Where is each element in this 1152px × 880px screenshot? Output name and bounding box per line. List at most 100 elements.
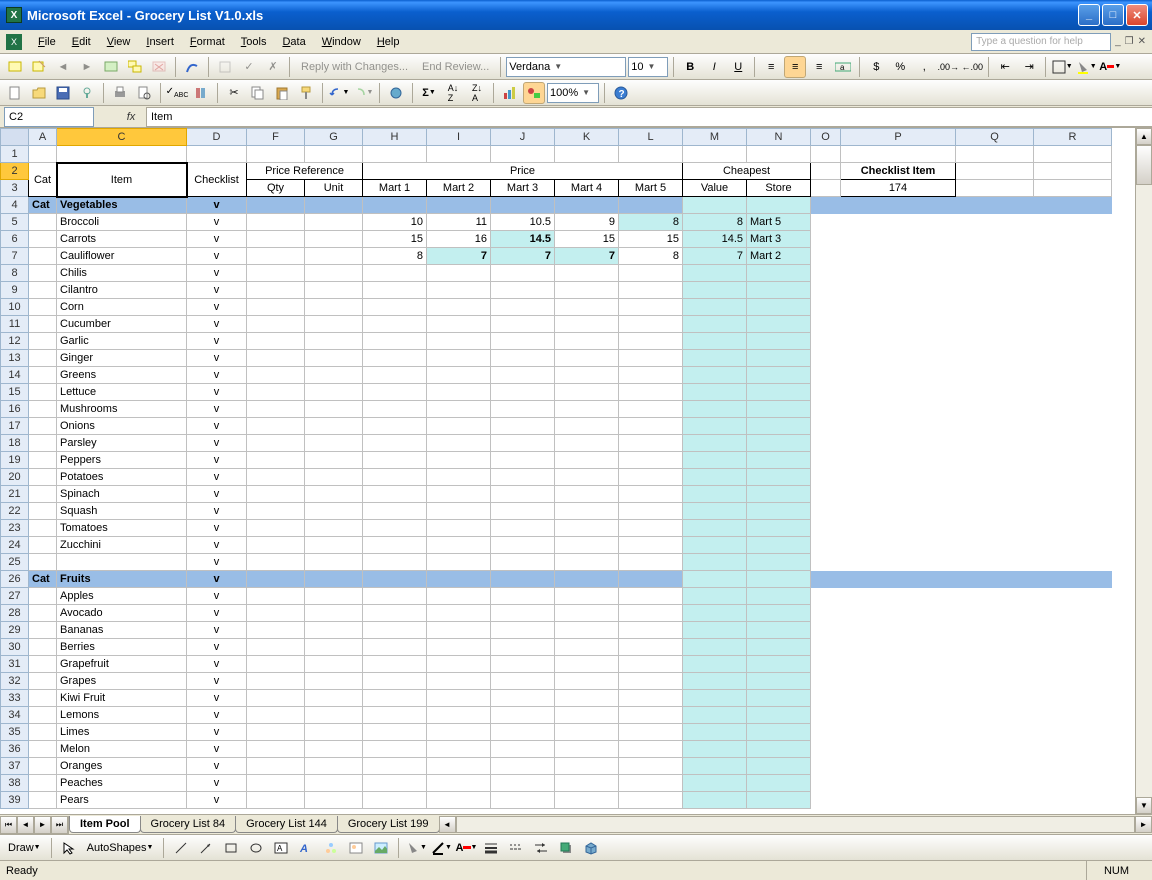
header-mart1[interactable]: Mart 1 <box>363 180 427 197</box>
line-style-button[interactable] <box>480 837 502 859</box>
cell-cv-15[interactable] <box>683 384 747 401</box>
cell-m5-12[interactable] <box>619 333 683 350</box>
cell-m4-13[interactable] <box>555 350 619 367</box>
cell-O-32[interactable] <box>811 673 841 690</box>
research-button[interactable] <box>190 82 212 104</box>
cell-Q2[interactable] <box>956 163 1034 180</box>
font-combo[interactable]: Verdana▼ <box>506 57 626 77</box>
cell-chk-13[interactable]: v <box>187 350 247 367</box>
cell-P-17[interactable] <box>841 418 956 435</box>
hscroll-track[interactable] <box>456 816 1135 833</box>
cell-cv-37[interactable] <box>683 758 747 775</box>
cell-unit-35[interactable] <box>305 724 363 741</box>
cell-qty-6[interactable] <box>247 231 305 248</box>
formula-input[interactable]: Item <box>146 107 1152 127</box>
cell-chk-21[interactable]: v <box>187 486 247 503</box>
sheet-tab-0[interactable]: Item Pool <box>69 816 141 833</box>
arrow-style-button[interactable] <box>530 837 552 859</box>
row-header-27[interactable]: 27 <box>1 588 29 605</box>
row-header-34[interactable]: 34 <box>1 707 29 724</box>
cell-qty-24[interactable] <box>247 537 305 554</box>
scroll-thumb[interactable] <box>1136 145 1152 185</box>
row-header-5[interactable]: 5 <box>1 214 29 231</box>
cell-m5-4[interactable] <box>619 197 683 214</box>
cell-O-35[interactable] <box>811 724 841 741</box>
track-changes-icon[interactable] <box>214 56 236 78</box>
align-left-button[interactable]: ≡ <box>760 56 782 78</box>
cell-m2-38[interactable] <box>427 775 491 792</box>
cell-O-25[interactable] <box>811 554 841 571</box>
cell-R-13[interactable] <box>1034 350 1112 367</box>
cell-m1-16[interactable] <box>363 401 427 418</box>
cell-m5-25[interactable] <box>619 554 683 571</box>
cell-qty-34[interactable] <box>247 707 305 724</box>
cell-m3-15[interactable] <box>491 384 555 401</box>
cell-item-26[interactable]: Fruits <box>57 571 187 588</box>
cell-Q-14[interactable] <box>956 367 1034 384</box>
cell-cv-23[interactable] <box>683 520 747 537</box>
cell-P-31[interactable] <box>841 656 956 673</box>
cell-Q-19[interactable] <box>956 452 1034 469</box>
arrow-button[interactable] <box>195 837 217 859</box>
cell-unit-7[interactable] <box>305 248 363 265</box>
cell-cv-12[interactable] <box>683 333 747 350</box>
cell-cat-15[interactable] <box>29 384 57 401</box>
delete-comment-icon[interactable] <box>148 56 170 78</box>
sheet-tab-2[interactable]: Grocery List 144 <box>235 816 338 833</box>
cell-O-30[interactable] <box>811 639 841 656</box>
cell-O-10[interactable] <box>811 299 841 316</box>
drawing-button[interactable] <box>523 82 545 104</box>
cell-qty-22[interactable] <box>247 503 305 520</box>
cell-O-24[interactable] <box>811 537 841 554</box>
cell-Q-25[interactable] <box>956 554 1034 571</box>
rectangle-button[interactable] <box>220 837 242 859</box>
cell-m1-37[interactable] <box>363 758 427 775</box>
cell-cat-31[interactable] <box>29 656 57 673</box>
bold-button[interactable]: B <box>679 56 701 78</box>
cell-P-11[interactable] <box>841 316 956 333</box>
cell-P-34[interactable] <box>841 707 956 724</box>
cell-chk-15[interactable]: v <box>187 384 247 401</box>
cell-qty-4[interactable] <box>247 197 305 214</box>
close-button[interactable]: ✕ <box>1126 4 1148 26</box>
cell-O-15[interactable] <box>811 384 841 401</box>
cell-m2-23[interactable] <box>427 520 491 537</box>
cell-m1-13[interactable] <box>363 350 427 367</box>
cell-cat-11[interactable] <box>29 316 57 333</box>
cell-R-37[interactable] <box>1034 758 1112 775</box>
select-all-corner[interactable] <box>1 129 29 146</box>
row-header-3[interactable]: 3 <box>1 180 29 197</box>
row-header-28[interactable]: 28 <box>1 605 29 622</box>
cell-cat-22[interactable] <box>29 503 57 520</box>
cell-item-20[interactable]: Potatoes <box>57 469 187 486</box>
cell-qty-7[interactable] <box>247 248 305 265</box>
cell-m1-30[interactable] <box>363 639 427 656</box>
cell-O-39[interactable] <box>811 792 841 809</box>
cell-R-31[interactable] <box>1034 656 1112 673</box>
cell-m5-27[interactable] <box>619 588 683 605</box>
cell-chk-23[interactable]: v <box>187 520 247 537</box>
cell-m1-15[interactable] <box>363 384 427 401</box>
cell-item-30[interactable]: Berries <box>57 639 187 656</box>
row-header-32[interactable]: 32 <box>1 673 29 690</box>
cell-m5-7[interactable]: 8 <box>619 248 683 265</box>
borders-button[interactable]: ▼ <box>1051 56 1073 78</box>
cell-item-28[interactable]: Avocado <box>57 605 187 622</box>
cell-m4-9[interactable] <box>555 282 619 299</box>
cell-R-21[interactable] <box>1034 486 1112 503</box>
row-header-29[interactable]: 29 <box>1 622 29 639</box>
name-box[interactable]: C2 <box>4 107 94 127</box>
cell-item-4[interactable]: Vegetables <box>57 197 187 214</box>
cell-m4-31[interactable] <box>555 656 619 673</box>
cell-cs-29[interactable] <box>747 622 811 639</box>
accept-icon[interactable]: ✓ <box>238 56 260 78</box>
cell-Q-29[interactable] <box>956 622 1034 639</box>
cell-cat-32[interactable] <box>29 673 57 690</box>
shadow-button[interactable] <box>555 837 577 859</box>
cell-cat-19[interactable] <box>29 452 57 469</box>
cell-m1-25[interactable] <box>363 554 427 571</box>
cell-qty-16[interactable] <box>247 401 305 418</box>
cell-P-7[interactable] <box>841 248 956 265</box>
cell-cs-6[interactable]: Mart 3 <box>747 231 811 248</box>
cell-cat-29[interactable] <box>29 622 57 639</box>
